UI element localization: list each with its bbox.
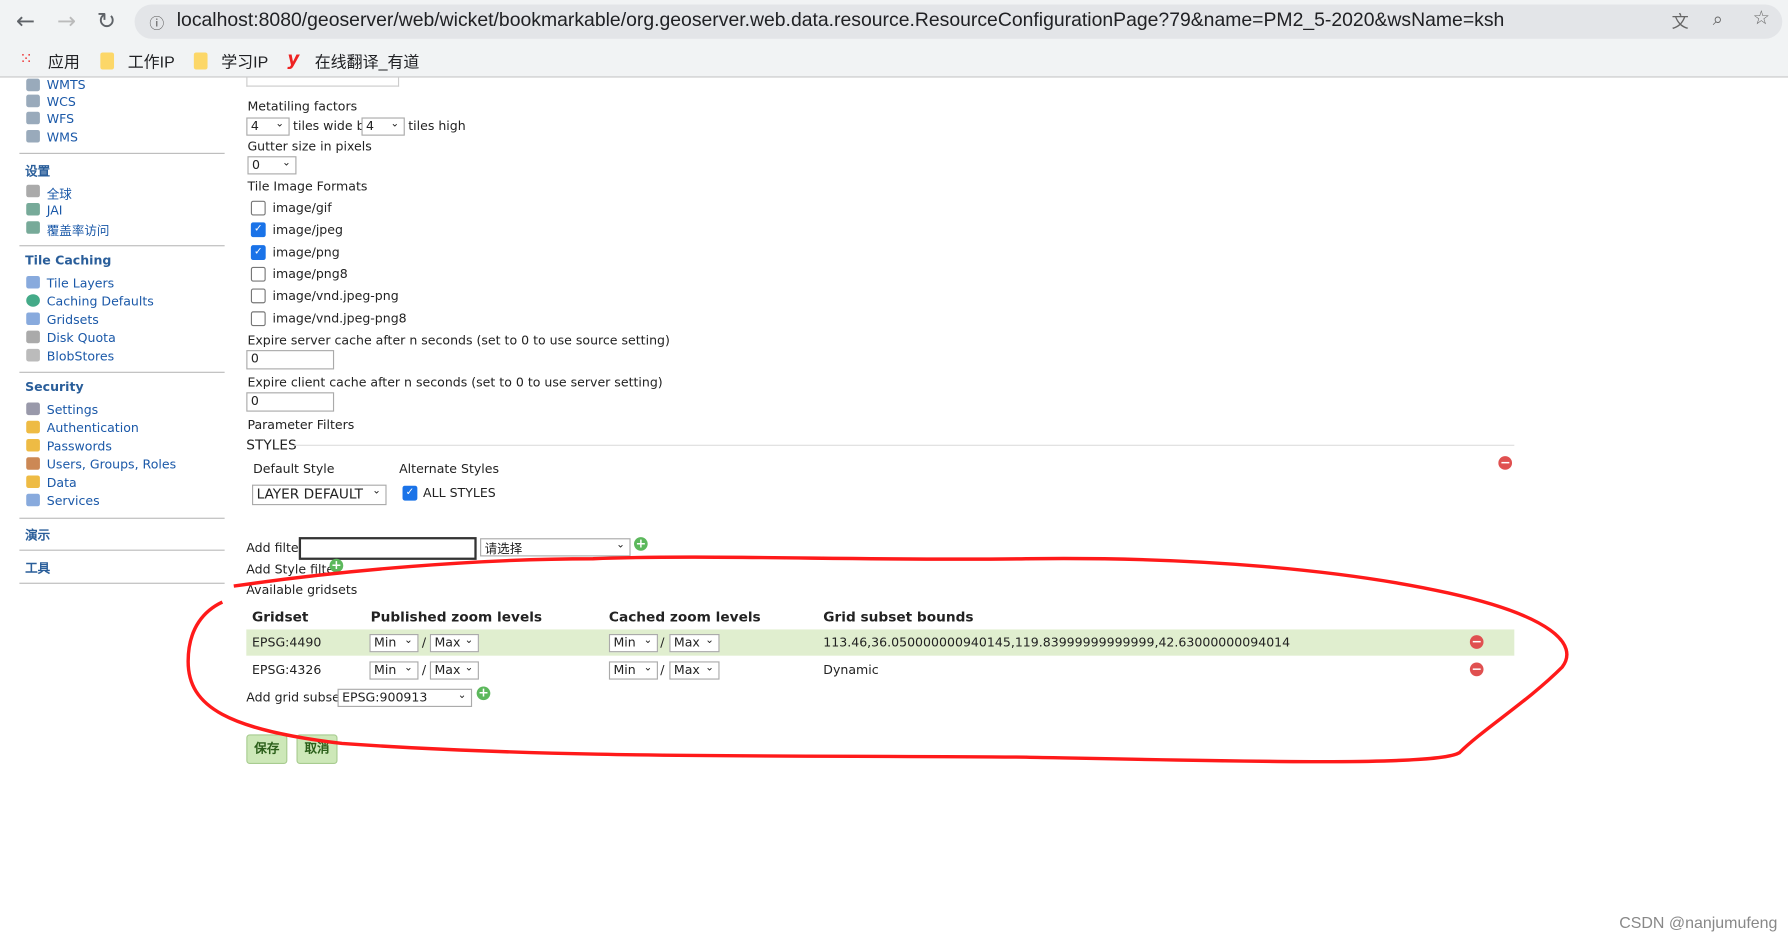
annotation-stroke (186, 555, 1569, 764)
watermark: CSDN @nanjumufeng (1619, 913, 1778, 932)
red-annotation-circle (186, 555, 1569, 764)
